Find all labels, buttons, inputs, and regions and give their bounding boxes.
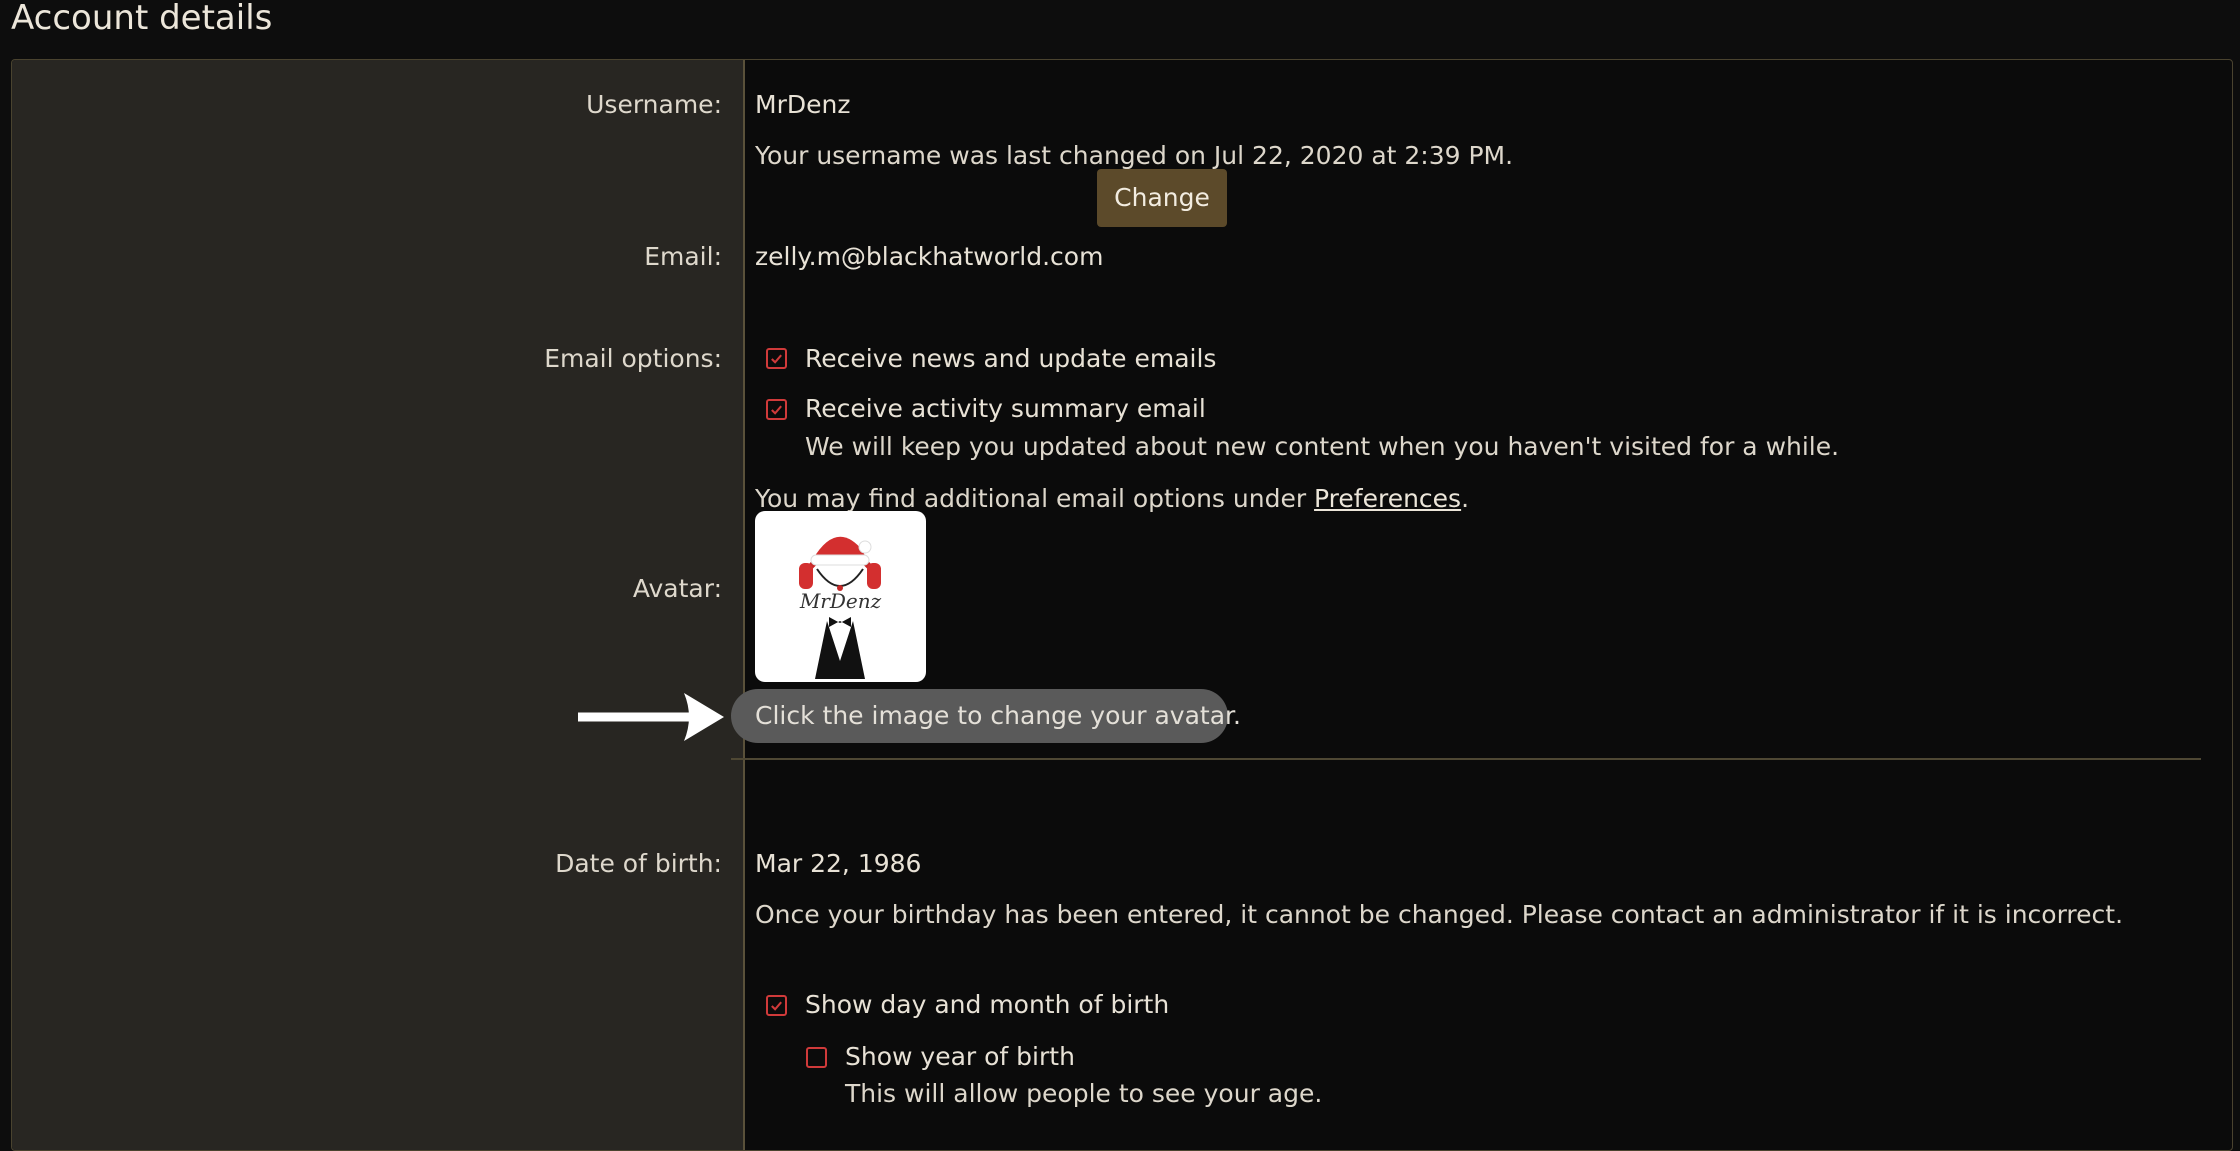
- page-title: Account details: [11, 0, 273, 38]
- show-year-label[interactable]: Show year of birth: [845, 1041, 1075, 1073]
- footer-prefix: You may find additional email options un…: [755, 484, 1315, 513]
- checkmark-icon: [771, 1001, 782, 1011]
- activity-summary-label[interactable]: Receive activity summary email: [805, 393, 1206, 425]
- news-emails-checkbox[interactable]: [766, 348, 787, 369]
- show-day-month-checkbox[interactable]: [766, 995, 787, 1016]
- show-day-month-label[interactable]: Show day and month of birth: [805, 989, 1169, 1021]
- section-divider: [731, 758, 2201, 760]
- avatar-change-tooltip: Click the image to change your avatar.: [731, 689, 1241, 743]
- avatar-image[interactable]: MrDenz: [755, 511, 926, 682]
- username-label: Username:: [586, 90, 722, 119]
- email-options-label: Email options:: [544, 344, 722, 373]
- avatar-label: Avatar:: [632, 574, 722, 603]
- checkmark-icon: [771, 405, 782, 415]
- show-year-hint: This will allow people to see your age.: [845, 1079, 1323, 1108]
- arrow-right-icon: [578, 693, 724, 741]
- preferences-link[interactable]: Preferences: [1314, 484, 1461, 513]
- email-value: zelly.m@blackhatworld.com: [755, 242, 1104, 271]
- change-email-button[interactable]: Change: [1097, 169, 1227, 227]
- date-of-birth-label: Date of birth:: [555, 849, 722, 878]
- avatar-signature: MrDenz: [799, 589, 882, 613]
- activity-summary-hint: We will keep you updated about new conte…: [805, 432, 1840, 461]
- footer-suffix: .: [1461, 484, 1470, 513]
- news-emails-label[interactable]: Receive news and update emails: [805, 343, 1216, 375]
- date-of-birth-note: Once your birthday has been entered, it …: [755, 900, 2124, 929]
- label-column: [12, 60, 745, 1150]
- show-year-checkbox[interactable]: [806, 1047, 827, 1068]
- email-label: Email:: [644, 242, 722, 271]
- date-of-birth-value: Mar 22, 1986: [755, 849, 922, 878]
- checkmark-icon: [771, 354, 782, 364]
- username-value: MrDenz: [755, 90, 851, 119]
- activity-summary-checkbox[interactable]: [766, 399, 787, 420]
- username-changed-note: Your username was last changed on Jul 22…: [755, 141, 1514, 170]
